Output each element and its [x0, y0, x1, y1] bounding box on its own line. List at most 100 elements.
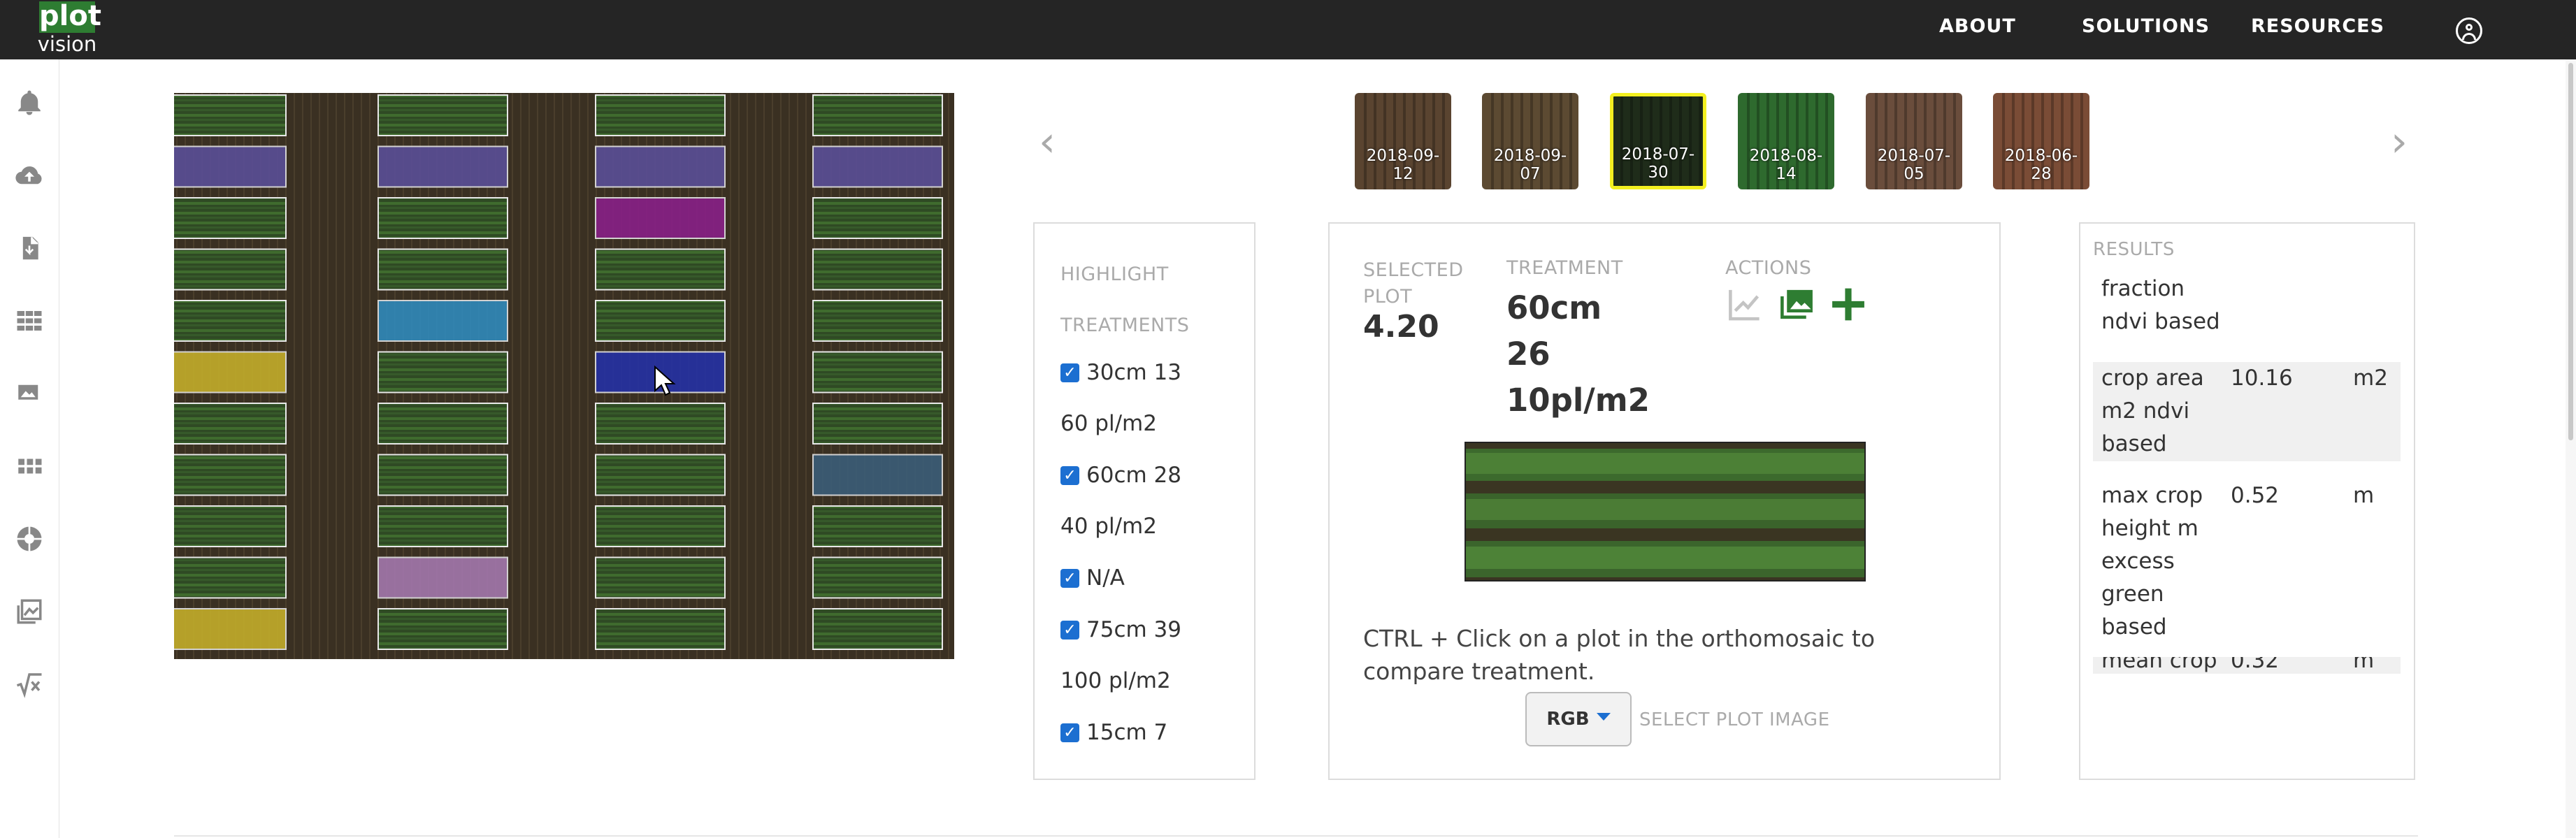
next-date-arrow[interactable]: ›: [2385, 121, 2413, 163]
field-plot[interactable]: [595, 300, 726, 342]
grid-icon[interactable]: [13, 304, 46, 338]
field-plot[interactable]: [377, 248, 508, 291]
field-plot[interactable]: [377, 454, 508, 496]
result-row-partial: mean crop 0.32 m: [2093, 657, 2401, 674]
date-thumbnail[interactable]: 2018-09-12: [1355, 93, 1451, 189]
thumbnail-date: 2018-08-14: [1749, 147, 1823, 183]
field-plot[interactable]: [595, 403, 726, 445]
field-plot[interactable]: [377, 300, 508, 342]
compare-hint-text: CTRL + Click on a plot in the orthomosai…: [1363, 625, 1876, 685]
field-plot[interactable]: [377, 94, 508, 136]
highlight-title: HIGHLIGHT: [1060, 263, 1169, 285]
field-plot[interactable]: [812, 351, 943, 393]
compare-images-icon[interactable]: [1776, 285, 1818, 324]
field-plot[interactable]: [174, 300, 287, 342]
prev-date-arrow[interactable]: ‹: [1033, 121, 1061, 163]
field-plot[interactable]: [174, 351, 287, 393]
field-plot[interactable]: [377, 608, 508, 650]
gallery-icon[interactable]: [13, 595, 46, 628]
field-plot[interactable]: [174, 248, 287, 291]
date-thumbnail[interactable]: 2018-07-05: [1866, 93, 1962, 189]
treatment-option[interactable]: ✓ 30cm 13: [1060, 360, 1181, 385]
cloud-upload-icon[interactable]: [13, 159, 46, 192]
field-plot[interactable]: [595, 197, 726, 239]
field-plot[interactable]: [812, 556, 943, 599]
field-plot[interactable]: [377, 197, 508, 239]
selected-plot-value: 4.20: [1363, 309, 1439, 345]
dots-grid-icon[interactable]: [13, 449, 46, 483]
field-plot[interactable]: [174, 403, 287, 445]
date-thumbnail[interactable]: 2018-08-14: [1738, 93, 1834, 189]
download-file-icon[interactable]: [13, 231, 46, 265]
plotvision-logo[interactable]: plot vision: [35, 0, 101, 57]
add-icon[interactable]: [1827, 285, 1869, 324]
treatment-checkbox[interactable]: ✓: [1060, 620, 1079, 640]
treatment-option[interactable]: ✓ 75cm 39: [1060, 617, 1181, 642]
field-plot[interactable]: [812, 197, 943, 239]
field-plot[interactable]: [377, 505, 508, 547]
field-plot[interactable]: [595, 145, 726, 188]
bell-icon[interactable]: [13, 86, 46, 120]
treatment-checkbox[interactable]: ✓: [1060, 363, 1079, 382]
field-plot[interactable]: [595, 454, 726, 496]
field-plot[interactable]: [812, 403, 943, 445]
date-thumbnail-selected[interactable]: 2018-07-30: [1610, 93, 1706, 189]
orthomosaic-map[interactable]: [174, 93, 954, 659]
selected-plot-panel: SELECTED PLOT 4.20 TREATMENT 60cm 26 10p…: [1328, 222, 2001, 780]
field-plot[interactable]: [812, 248, 943, 291]
field-plot[interactable]: [377, 351, 508, 393]
images-icon[interactable]: [13, 377, 46, 410]
treatment-option-detail: 40 pl/m2: [1060, 514, 1157, 539]
field-plot[interactable]: [595, 248, 726, 291]
treatments-subtitle: TREATMENTS: [1060, 315, 1190, 336]
page-scrollbar-thumb[interactable]: [2568, 63, 2573, 440]
result-name: fraction ndvi based: [2101, 276, 2220, 334]
nav-solutions-link[interactable]: SOLUTIONS: [2082, 15, 2210, 37]
date-thumbnail[interactable]: 2018-06-28: [1993, 93, 2089, 189]
result-name: max crop height m excess green based: [2101, 483, 2203, 640]
result-unit: m2: [2353, 366, 2388, 391]
field-plot[interactable]: [812, 145, 943, 188]
nav-about-link[interactable]: ABOUT: [1939, 15, 2016, 37]
field-plot[interactable]: [174, 556, 287, 599]
field-plot[interactable]: [812, 505, 943, 547]
treatment-value: 60cm 26 10pl/m2: [1506, 289, 1650, 419]
field-plot[interactable]: [174, 454, 287, 496]
treatment-option[interactable]: ✓ N/A: [1060, 565, 1125, 591]
treatment-checkbox[interactable]: ✓: [1060, 723, 1079, 742]
field-plot[interactable]: [812, 608, 943, 650]
field-plot[interactable]: [174, 94, 287, 136]
field-plot[interactable]: [595, 556, 726, 599]
field-plot[interactable]: [812, 94, 943, 136]
orthomosaic-image[interactable]: [174, 93, 954, 659]
field-plot[interactable]: [812, 300, 943, 342]
field-plot[interactable]: [812, 454, 943, 496]
nav-resources-link[interactable]: RESOURCES: [2251, 15, 2384, 37]
image-mode-dropdown[interactable]: RGB: [1525, 692, 1632, 746]
field-plot[interactable]: [377, 403, 508, 445]
account-icon[interactable]: [2456, 17, 2482, 44]
highlight-treatments-panel: HIGHLIGHT TREATMENTS ✓ 30cm 13 60 pl/m2 …: [1033, 222, 1255, 780]
field-plot[interactable]: [595, 505, 726, 547]
result-row: fraction ndvi based: [2093, 264, 2401, 355]
field-plot[interactable]: [174, 608, 287, 650]
field-plot[interactable]: [595, 608, 726, 650]
chart-icon[interactable]: [1724, 285, 1766, 324]
treatment-option[interactable]: ✓ 15cm 7: [1060, 720, 1167, 745]
field-plot[interactable]: [174, 505, 287, 547]
treatment-checkbox[interactable]: ✓: [1060, 465, 1079, 485]
result-value: 10.16: [2231, 366, 2293, 391]
field-plot[interactable]: [377, 556, 508, 599]
aperture-icon[interactable]: [13, 522, 46, 556]
field-plot[interactable]: [595, 94, 726, 136]
formula-icon[interactable]: [13, 667, 46, 701]
field-plot[interactable]: [377, 145, 508, 188]
results-panel[interactable]: RESULTS fraction ndvi based crop area m2…: [2079, 222, 2415, 780]
treatment-option[interactable]: ✓ 60cm 28: [1060, 463, 1181, 488]
date-thumbnail[interactable]: 2018-09-07: [1482, 93, 1578, 189]
field-plot[interactable]: [174, 145, 287, 188]
field-plot[interactable]: [174, 197, 287, 239]
top-navbar: plot vision ABOUT SOLUTIONS RESOURCES: [0, 0, 2576, 59]
treatment-checkbox[interactable]: ✓: [1060, 568, 1079, 588]
result-value: 0.52: [2231, 483, 2280, 508]
